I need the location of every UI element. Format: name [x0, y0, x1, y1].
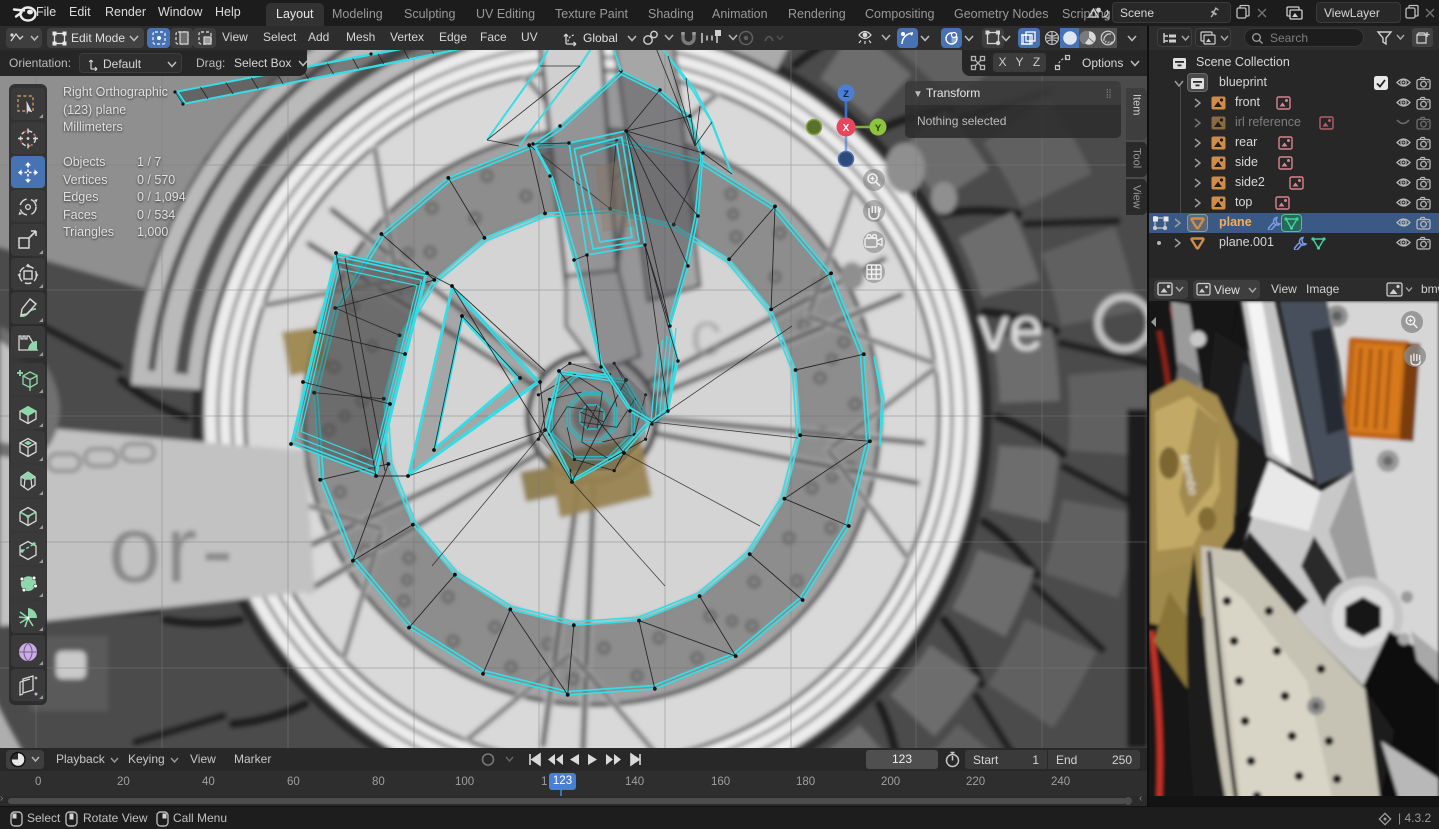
- svg-text:ve: ve: [978, 295, 1043, 364]
- svg-text:Z: Z: [843, 89, 849, 100]
- svg-text:Y: Y: [875, 123, 882, 134]
- svg-text:X: X: [843, 123, 850, 134]
- svg-text:c: c: [690, 298, 722, 370]
- svg-text:or-: or-: [108, 496, 237, 603]
